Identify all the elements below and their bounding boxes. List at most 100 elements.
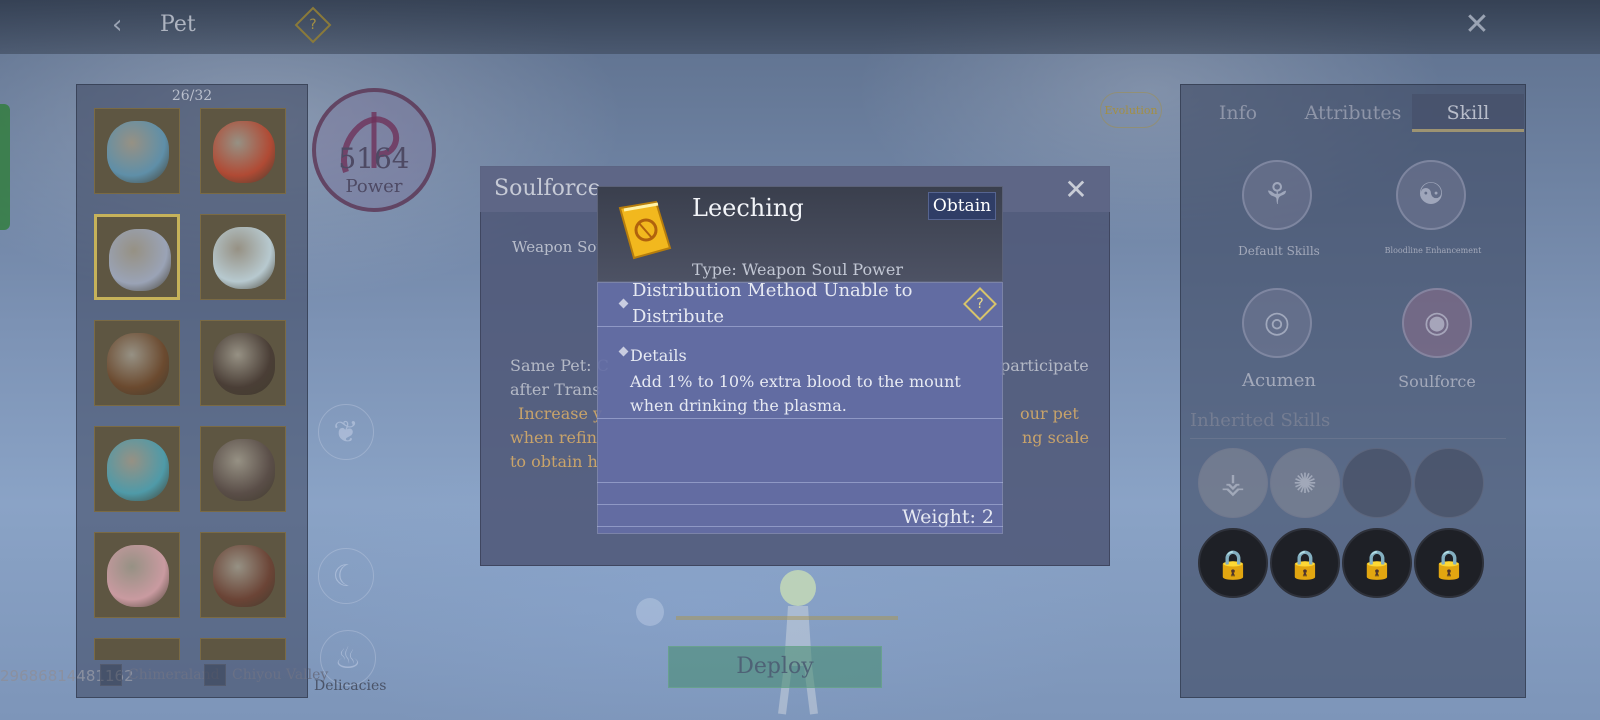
bloodline-enhancement-button[interactable]: ☯	[1396, 160, 1466, 230]
divider	[597, 526, 1003, 527]
soulforce-text: to obtain h	[510, 452, 598, 471]
tab-skill[interactable]: Skill	[1412, 94, 1524, 132]
inherited-skill-slot[interactable]	[1342, 448, 1412, 518]
pet-slot-partial[interactable]	[94, 638, 180, 660]
lock-icon: 🔒	[1287, 548, 1323, 581]
white-fox-pet-portrait	[213, 227, 275, 289]
item-weight: Weight: 2	[902, 506, 994, 528]
beast-icon: ✺	[1293, 467, 1317, 500]
filter-checkbox-chimeraland[interactable]	[100, 664, 122, 686]
divider	[1190, 438, 1506, 439]
pet-slot[interactable]	[94, 426, 180, 512]
divider	[597, 326, 1003, 327]
lock-icon: 🔒	[1215, 548, 1251, 581]
soulforce-title: Soulforce	[494, 176, 601, 201]
inherited-skill-slot[interactable]	[1414, 448, 1484, 518]
locked-skill-slot[interactable]: 🔒	[1414, 528, 1484, 598]
default-skills-button[interactable]: ⚘	[1242, 160, 1312, 230]
elf-pet-portrait	[109, 229, 171, 291]
details-title: Details	[630, 346, 687, 365]
pet-character-figure	[760, 566, 836, 716]
pet-slot[interactable]	[94, 214, 180, 300]
close-icon: ✕	[1064, 173, 1088, 206]
soulforce-label: Soulforce	[1398, 372, 1476, 391]
tab-attributes[interactable]: Attributes	[1290, 94, 1416, 132]
scroll-icon	[612, 198, 676, 262]
tiger-pet-portrait	[107, 439, 169, 501]
question-icon: ?	[976, 296, 984, 312]
divider	[597, 418, 1003, 419]
filter-checkbox-chiyou-valley[interactable]	[204, 664, 226, 686]
pet-slot[interactable]	[200, 532, 286, 618]
divider	[597, 504, 1003, 505]
hp-bar	[676, 616, 898, 620]
soulforce-text: our pet	[1020, 404, 1079, 423]
delicacies-label: Delicacies	[314, 678, 387, 694]
chevron-left-icon: ‹	[112, 10, 123, 40]
pink-bird-pet-portrait	[107, 545, 169, 607]
soulforce-close-button[interactable]: ✕	[1060, 174, 1092, 206]
item-name: Leeching	[692, 194, 804, 222]
lion-pet-portrait	[107, 333, 169, 395]
question-icon: ?	[309, 17, 317, 33]
pet-slot-partial[interactable]	[200, 638, 286, 660]
hp-icon	[636, 598, 664, 626]
acumen-icon: ◎	[1263, 305, 1291, 340]
soulforce-text: after Trans	[510, 380, 601, 399]
inherited-skills-title: Inherited Skills	[1190, 410, 1331, 431]
moon-icon[interactable]: ☾	[318, 548, 374, 604]
pet-slot[interactable]	[94, 108, 180, 194]
soulforce-text: Same Pet: C	[510, 356, 609, 375]
claw-icon: ⚶	[1221, 467, 1245, 500]
pet-slot[interactable]	[94, 320, 180, 406]
soulforce-weapon-label: Weapon Sou	[512, 238, 607, 256]
top-bar	[0, 0, 1600, 54]
acumen-label: Acumen	[1242, 370, 1316, 391]
soulforce-text: participate	[1000, 356, 1089, 375]
pet-info-panel	[1180, 84, 1526, 698]
close-button[interactable]: ✕	[1460, 8, 1494, 42]
lion-icon: ⚘	[1263, 177, 1291, 212]
distribution-method: Distribution Method Unable to Distribute	[632, 280, 913, 327]
close-icon: ✕	[1464, 7, 1490, 42]
soulforce-icon: ◉	[1423, 305, 1451, 340]
pet-slot[interactable]	[200, 320, 286, 406]
soulforce-text: ng scale	[1022, 428, 1089, 447]
soulforce-button[interactable]: ◉	[1402, 288, 1472, 358]
locked-skill-slot[interactable]: 🔒	[1270, 528, 1340, 598]
side-drawer-tab[interactable]	[0, 104, 10, 230]
obtain-button[interactable]: Obtain	[928, 192, 996, 220]
tab-info[interactable]: Info	[1190, 94, 1286, 132]
inherited-skill-slot[interactable]: ✺	[1270, 448, 1340, 518]
lock-icon: 🔒	[1431, 548, 1467, 581]
pet-slot[interactable]	[94, 532, 180, 618]
deploy-button[interactable]: Deploy	[668, 646, 882, 688]
acumen-button[interactable]: ◎	[1242, 288, 1312, 358]
locked-skill-slot[interactable]: 🔒	[1198, 528, 1268, 598]
page-title: Pet	[160, 12, 196, 37]
evolution-button[interactable]: Evolution	[1100, 92, 1162, 128]
power-label: Power	[345, 176, 403, 197]
details-text: Add 1% to 10% extra blood to the mount w…	[630, 372, 961, 415]
leaf-icon[interactable]: ❦	[318, 404, 374, 460]
ice-wolf-pet-portrait	[107, 121, 169, 183]
dark-beast-pet-portrait	[213, 333, 275, 395]
swirl-icon: ☯	[1417, 177, 1445, 212]
lock-icon: 🔒	[1359, 548, 1395, 581]
soulforce-text: when refin	[510, 428, 597, 447]
locked-skill-slot[interactable]: 🔒	[1342, 528, 1412, 598]
pet-slot[interactable]	[200, 426, 286, 512]
back-button[interactable]: ‹	[112, 10, 142, 40]
inherited-skill-slot[interactable]: ⚶	[1198, 448, 1268, 518]
bloodline-enhancement-label: Bloodline Enhancement	[1384, 246, 1482, 255]
pet-slot[interactable]	[200, 214, 286, 300]
default-skills-label: Default Skills	[1238, 244, 1320, 258]
eagle-pet-portrait	[213, 121, 275, 183]
item-type: Type: Weapon Soul Power	[692, 260, 903, 279]
pet-count: 26/32	[171, 88, 213, 104]
divider	[597, 482, 1003, 483]
soulforce-text: Increase y	[518, 404, 603, 423]
power-value: 5164	[338, 142, 410, 175]
pet-slot[interactable]	[200, 108, 286, 194]
dragon-pet-portrait	[213, 439, 275, 501]
